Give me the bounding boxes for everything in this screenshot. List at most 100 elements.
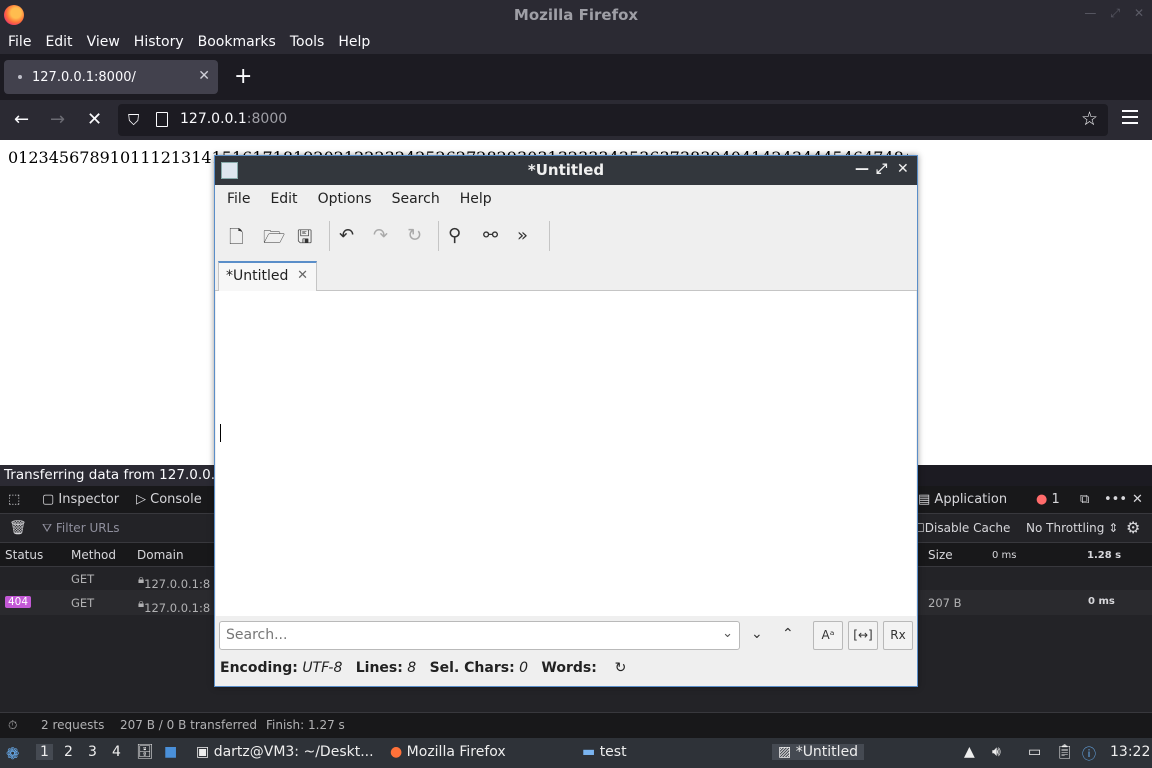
workspace-2[interactable]: 2 (64, 744, 73, 760)
lines-value: 8 (407, 660, 417, 676)
featherpad-title: *Untitled (527, 161, 605, 179)
notification-icon[interactable]: ⓘ (1082, 744, 1096, 764)
menu-history[interactable]: History (134, 34, 184, 50)
save-icon[interactable]: 🖫 (297, 225, 312, 255)
filter-urls-input[interactable]: ⛛ Filter URLs (42, 521, 120, 536)
go-to-line-icon[interactable]: » (517, 225, 528, 246)
back-icon[interactable]: ← (14, 109, 29, 130)
minimize-icon[interactable]: — (855, 161, 869, 177)
task-terminal[interactable]: ▣ dartz@VM3: ~/Deskt... (196, 744, 374, 760)
devtools-summary: ⏱ 2 requests 207 B / 0 B transferred Fin… (0, 712, 1152, 738)
maximize-icon[interactable]: ⤢ (876, 161, 887, 177)
devtools-close-icon[interactable]: ✕ (1132, 492, 1143, 507)
match-case-button[interactable]: Aᵃ (813, 621, 843, 650)
clipboard-icon[interactable]: 📋︎ (1056, 744, 1074, 760)
tab-application[interactable]: ▤ Application (918, 492, 1007, 507)
file-manager-icon[interactable]: 🗄︎ (136, 744, 154, 760)
throttling-select[interactable]: No Throttling ⇕ (1026, 521, 1118, 535)
workspace-3[interactable]: 3 (88, 744, 97, 760)
new-tab-icon[interactable]: + (234, 64, 252, 89)
featherpad-titlebar: *Untitled — ⤢ ✕ (215, 156, 917, 185)
menu-file[interactable]: File (8, 34, 31, 50)
close-icon[interactable]: ✕ (1134, 6, 1144, 21)
menu-bookmarks[interactable]: Bookmarks (198, 34, 276, 50)
tray-arrow-icon[interactable]: ▲ (964, 744, 975, 760)
menu-view[interactable]: View (87, 34, 120, 50)
undo-icon[interactable]: ↶ (339, 225, 354, 246)
task-featherpad[interactable]: ▨ *Untitled (772, 744, 865, 760)
search-input[interactable]: Search... ⌄ (219, 621, 740, 650)
refresh-words-icon[interactable]: ↻ (615, 660, 627, 676)
url-text[interactable]: 127.0.0.1:8000 (180, 111, 287, 127)
featherpad-toolbar: 🗋 🗁 🖫 ↶ ↷ ↻ ⚲ ⚯ » (215, 213, 917, 259)
chevron-down-icon[interactable]: ⌄ (722, 626, 733, 641)
status-badge: 404 (5, 596, 32, 608)
trash-icon[interactable]: 🗑 (9, 520, 27, 536)
menu-help[interactable]: Help (338, 34, 370, 50)
timer-icon: ⏱ (8, 718, 18, 732)
dock-icon[interactable]: ⧉ (1080, 492, 1089, 507)
menu-tools[interactable]: Tools (290, 34, 325, 50)
url-bar[interactable]: ⛉ 127.0.0.1:8000 ☆ (118, 104, 1108, 136)
fp-menu-file[interactable]: File (227, 191, 250, 207)
fp-menu-edit[interactable]: Edit (270, 191, 297, 207)
featherpad-menubar: File Edit Options Search Help (215, 185, 917, 213)
new-document-icon[interactable]: 🗋 (229, 225, 243, 255)
col-status[interactable]: Status (5, 548, 43, 562)
fp-menu-help[interactable]: Help (460, 191, 492, 207)
open-folder-icon[interactable]: 🗁 (263, 225, 285, 255)
whole-word-button[interactable]: [↔] (848, 621, 878, 650)
error-count-badge[interactable]: ● 1 (1036, 492, 1060, 507)
col-size[interactable]: Size (928, 548, 953, 562)
tab-console[interactable]: ▷ Console (136, 492, 202, 507)
volume-icon[interactable]: 🔊︎ (992, 744, 1001, 760)
start-menu-icon[interactable]: ❁ (6, 744, 19, 763)
timeline-start: 0 ms (992, 550, 1017, 561)
network-icon[interactable]: ▭ (1028, 744, 1041, 760)
document-tab[interactable]: *Untitled ✕ (218, 261, 317, 292)
col-method[interactable]: Method (71, 548, 116, 562)
tab-inspector[interactable]: ▢ Inspector (42, 492, 119, 507)
text-editor[interactable] (216, 291, 916, 616)
replace-icon[interactable]: ⚯ (483, 225, 498, 246)
reload-icon[interactable]: ↻ (407, 225, 422, 246)
stop-icon[interactable]: ✕ (87, 109, 102, 130)
tab-close-icon[interactable]: ✕ (198, 68, 210, 84)
workspace-4[interactable]: 4 (112, 744, 121, 760)
tab-close-icon[interactable]: ✕ (297, 268, 308, 283)
maximize-icon[interactable]: ⤢ (1110, 6, 1120, 21)
firefox-navbar: ← → ✕ ⛉ 127.0.0.1:8000 ☆ (0, 100, 1152, 140)
col-domain[interactable]: Domain (137, 548, 184, 562)
find-previous-icon[interactable]: ⌃ (782, 626, 794, 642)
find-icon[interactable]: ⚲ (448, 225, 461, 246)
more-options-icon[interactable]: ••• (1104, 492, 1127, 507)
task-firefox[interactable]: ● Mozilla Firefox (390, 744, 506, 760)
forward-icon[interactable]: → (50, 109, 65, 130)
element-picker-icon[interactable]: ⬚ (8, 492, 20, 507)
firefox-window-title: Mozilla Firefox (513, 6, 639, 24)
find-next-icon[interactable]: ⌄ (751, 626, 763, 642)
shield-icon[interactable]: ⛉ (128, 111, 139, 129)
task-folder-test[interactable]: ▬ test (582, 744, 627, 760)
requests-count: 2 requests (41, 718, 105, 732)
desktop-icon[interactable]: ■ (164, 744, 177, 760)
firefox-titlebar: Mozilla Firefox — ⤢ ✕ (0, 0, 1152, 30)
workspace-1[interactable]: 1 (36, 744, 53, 760)
regex-button[interactable]: Rx (883, 621, 913, 650)
page-icon (156, 112, 168, 127)
menu-edit[interactable]: Edit (45, 34, 72, 50)
featherpad-window: *Untitled — ⤢ ✕ File Edit Options Search… (214, 155, 918, 687)
close-icon[interactable]: ✕ (897, 161, 909, 177)
browser-tab[interactable]: 127.0.0.1:8000/ ✕ (4, 60, 218, 94)
redo-icon[interactable]: ↷ (373, 225, 388, 246)
settings-gear-icon[interactable]: ⚙ (1126, 518, 1140, 537)
fp-menu-options[interactable]: Options (318, 191, 372, 207)
featherpad-tabbar: *Untitled ✕ (215, 259, 917, 292)
bookmark-star-icon[interactable]: ☆ (1081, 108, 1098, 130)
minimize-icon[interactable]: — (1084, 6, 1096, 21)
hamburger-menu-icon[interactable] (1122, 110, 1138, 124)
clock[interactable]: 13:22 (1110, 744, 1150, 760)
featherpad-statusbar: Encoding: UTF-8 Lines: 8 Sel. Chars: 0 W… (215, 654, 917, 686)
disable-cache-checkbox[interactable]: ☐Disable Cache (914, 521, 1010, 535)
fp-menu-search[interactable]: Search (392, 191, 440, 207)
